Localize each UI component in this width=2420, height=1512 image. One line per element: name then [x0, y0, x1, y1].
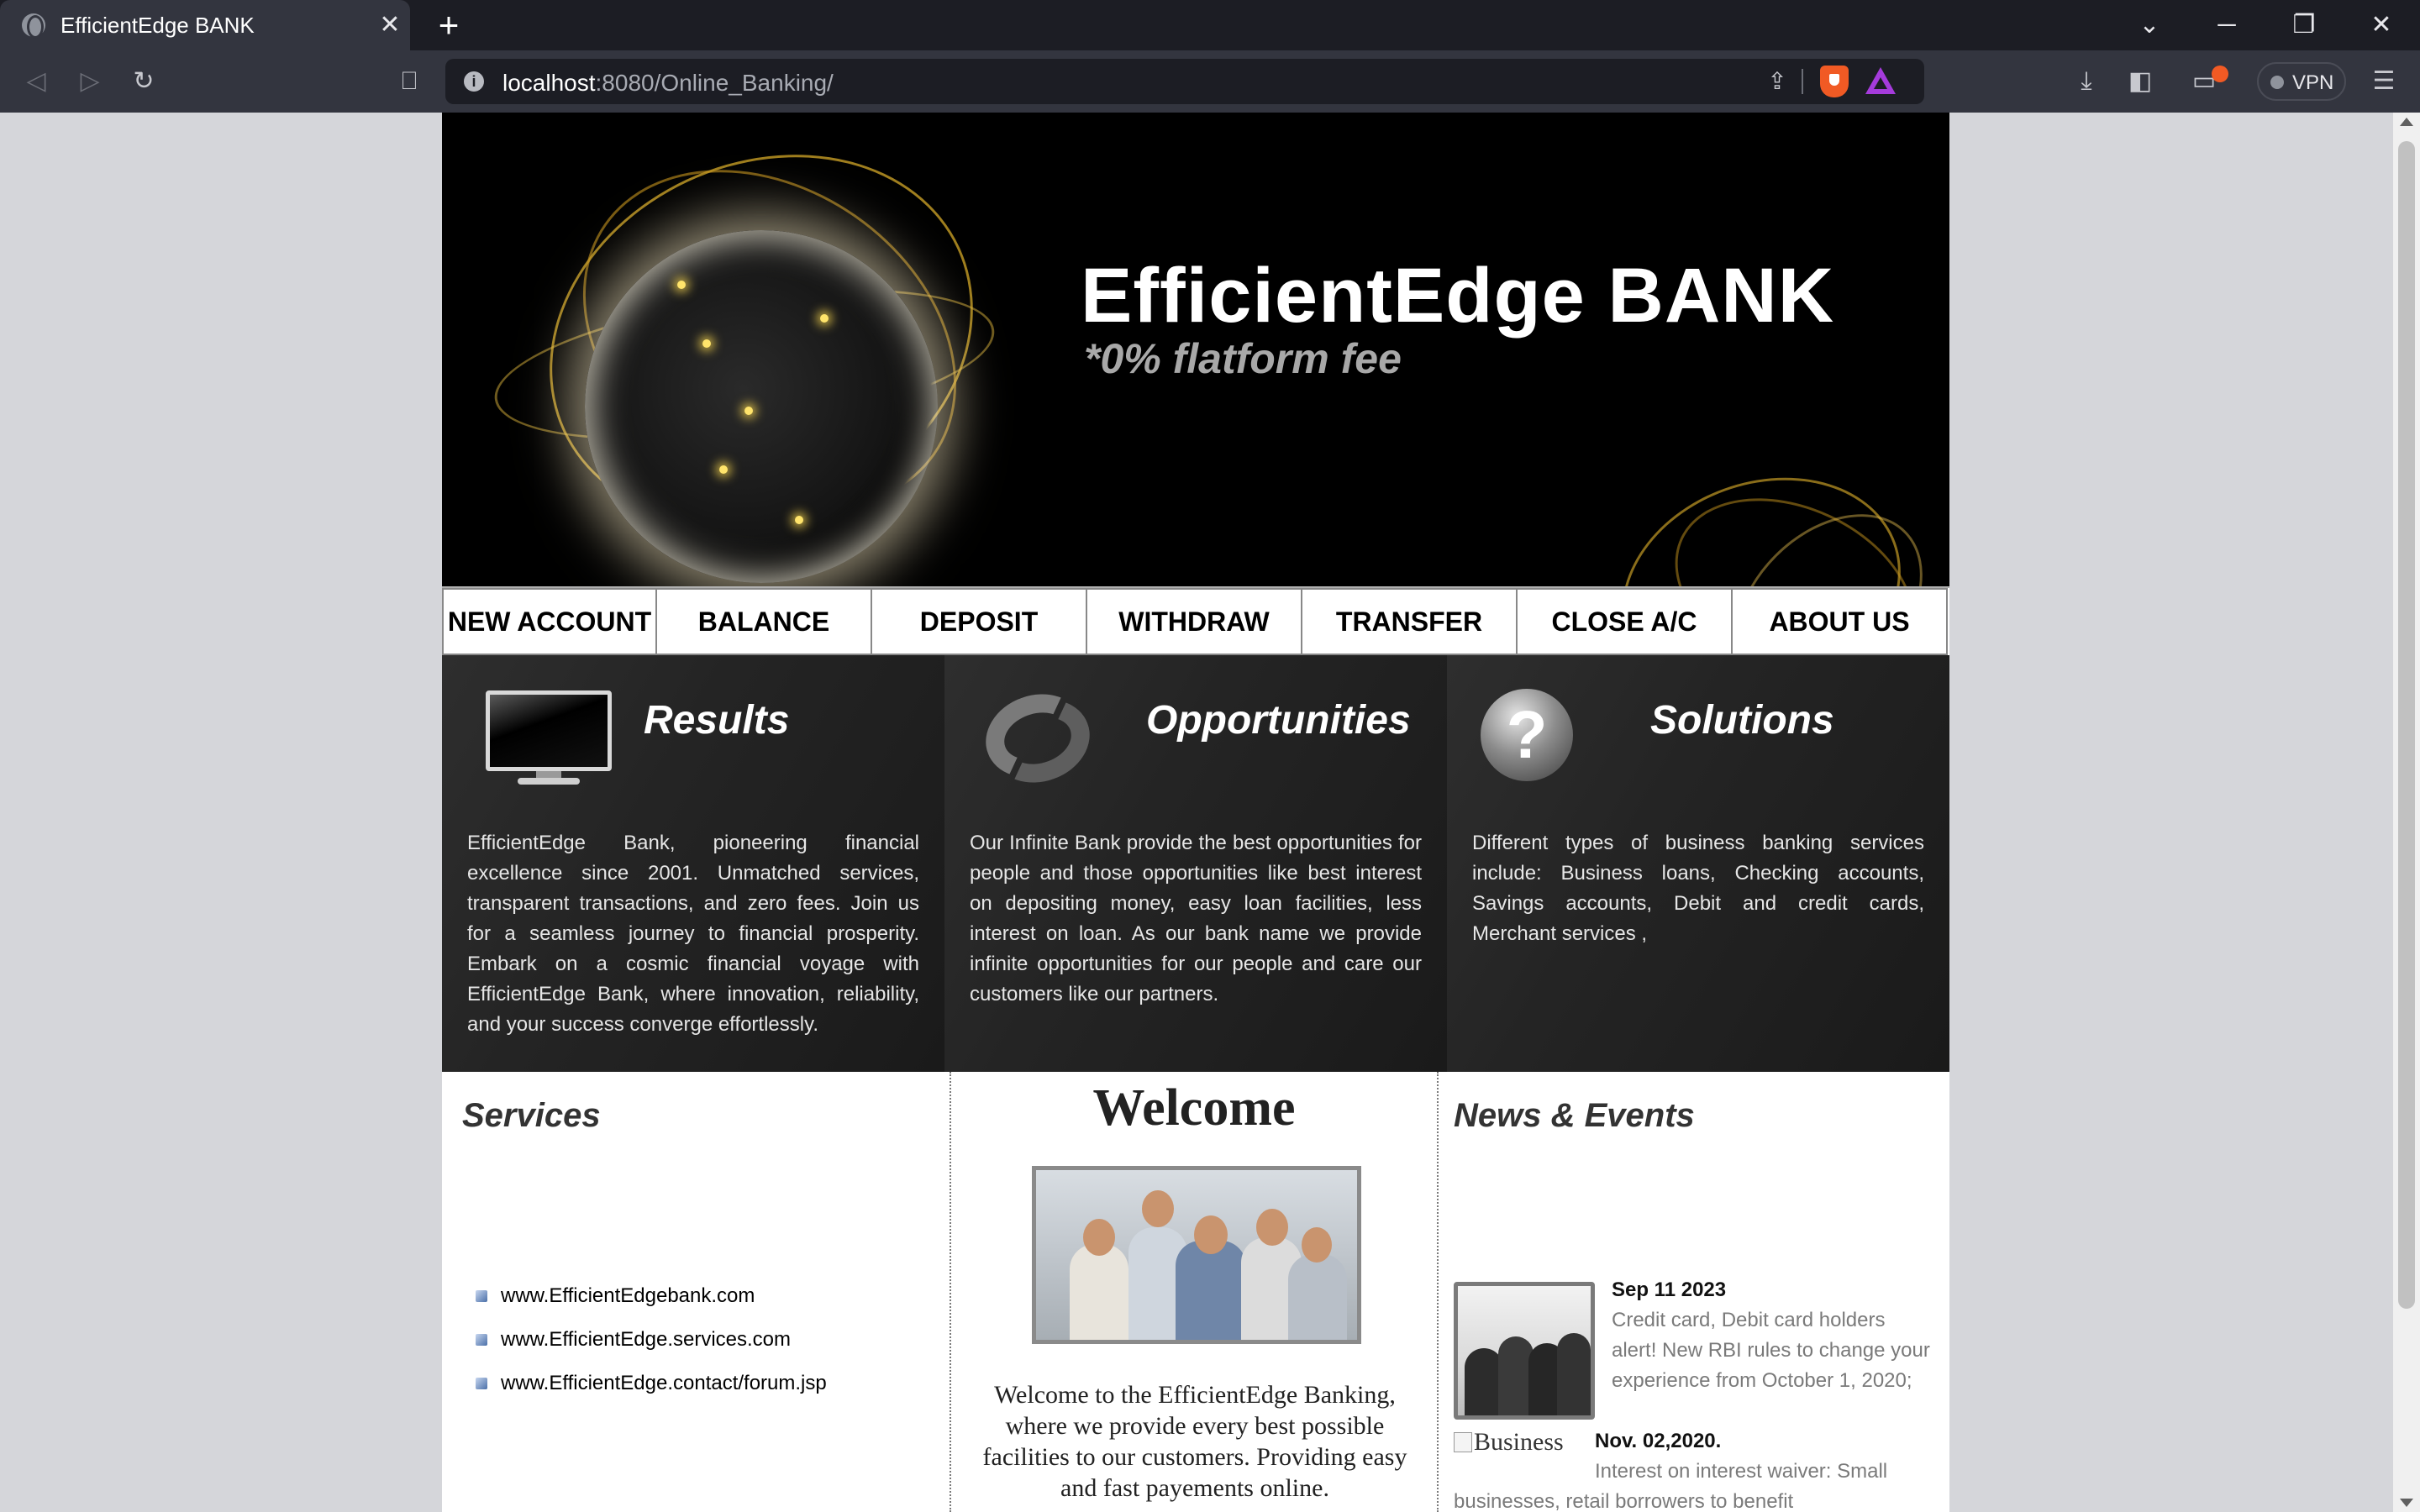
section-title: Services: [462, 1097, 601, 1134]
feature-title: Results: [644, 698, 790, 743]
tab-title: EfficientEdge BANK: [60, 13, 255, 38]
services-list: www.EfficientEdgebank.com www.EfficientE…: [476, 1284, 827, 1415]
light-point: [702, 339, 711, 348]
news-text[interactable]: Credit card, Debit card holders alert! N…: [1612, 1305, 1931, 1396]
menu-icon[interactable]: ☰: [2366, 64, 2402, 99]
back-icon[interactable]: ◁: [18, 64, 54, 99]
scrollbar-thumb[interactable]: [2398, 141, 2415, 1309]
person-head: [1302, 1227, 1332, 1263]
monitor-icon: [486, 690, 612, 785]
site-info-icon[interactable]: i: [464, 71, 484, 92]
person-figure: [1557, 1333, 1591, 1415]
bullet-icon: [476, 1290, 487, 1302]
vpn-label: VPN: [2292, 71, 2334, 94]
glowing-globe-image: [585, 230, 938, 583]
feature-solutions: ? Solutions Different types of business …: [1447, 655, 1949, 1072]
header-banner: EfficientEdge BANK *0% flatform fee: [442, 113, 1949, 586]
page-scrollbar[interactable]: [2393, 113, 2420, 1512]
feature-opportunities: Opportunities Our Infinite Bank provide …: [944, 655, 1447, 1072]
bullet-icon: [476, 1334, 487, 1346]
globe-icon: [22, 13, 45, 39]
refresh-arrows-icon: [974, 680, 1102, 796]
person-head: [1194, 1215, 1228, 1254]
brave-shields-icon[interactable]: [1820, 66, 1849, 97]
browser-toolbar: ◁ ▷ ↻ ⎕ i localhost:8080/Online_Banking/…: [0, 50, 2420, 113]
vpn-status-dot: [2270, 76, 2284, 89]
welcome-text: Welcome to the EfficientEdge Banking, wh…: [982, 1381, 1407, 1502]
nav-deposit[interactable]: DEPOSIT: [872, 588, 1087, 655]
feature-title: Opportunities: [1146, 698, 1411, 743]
nav-balance[interactable]: BALANCE: [657, 588, 872, 655]
person-figure: [1070, 1244, 1128, 1340]
feature-description: Different types of business banking serv…: [1472, 832, 1924, 945]
web-viewport: EfficientEdge BANK *0% flatform fee NEW …: [0, 113, 2393, 1512]
light-point: [719, 465, 728, 474]
vpn-button[interactable]: VPN: [2257, 62, 2346, 101]
feature-description: EfficientEdge Bank, pioneering financial…: [467, 832, 919, 1036]
welcome-title: Welcome: [1092, 1079, 1296, 1137]
browser-tab-strip: EfficientEdge BANK ✕ + ⌄ ─ ❐ ✕: [0, 0, 2420, 50]
feature-title: Solutions: [1650, 698, 1834, 743]
brave-rewards-icon[interactable]: [1865, 67, 1896, 94]
share-icon[interactable]: ⇪: [1761, 66, 1793, 97]
bookmark-icon[interactable]: ⎕: [392, 64, 427, 99]
address-bar[interactable]: i localhost:8080/Online_Banking/ ⇪: [445, 59, 1924, 104]
bullet-icon: [476, 1378, 487, 1389]
service-link[interactable]: www.EfficientEdge.contact/forum.jsp: [476, 1371, 827, 1415]
person-head: [1083, 1219, 1115, 1256]
person-head: [1256, 1209, 1288, 1246]
new-tab-button[interactable]: +: [432, 5, 466, 45]
question-mark-icon: ?: [1481, 689, 1573, 781]
light-point: [820, 314, 829, 323]
service-link[interactable]: www.EfficientEdgebank.com: [476, 1284, 827, 1327]
news-text[interactable]: Interest on interest waiver: Small busin…: [1454, 1457, 1941, 1512]
bank-page: EfficientEdge BANK *0% flatform fee NEW …: [442, 113, 1949, 1512]
news-meeting-photo: [1454, 1282, 1595, 1420]
notification-badge: [2212, 66, 2228, 82]
reload-icon[interactable]: ↻: [126, 64, 161, 99]
news-date: Nov. 02,2020.: [1595, 1430, 1722, 1452]
feature-panels: Results EfficientEdge Bank, pioneering f…: [442, 655, 1949, 1072]
news-date: Sep 11 2023: [1612, 1278, 1727, 1301]
feature-description: Our Infinite Bank provide the best oppor…: [970, 832, 1422, 1005]
scroll-up-arrow-icon[interactable]: [2400, 118, 2413, 126]
nav-withdraw[interactable]: WITHDRAW: [1087, 588, 1302, 655]
bank-title: EfficientEdge BANK: [1081, 253, 1835, 339]
service-link[interactable]: www.EfficientEdge.services.com: [476, 1327, 827, 1371]
nav-transfer[interactable]: TRANSFER: [1302, 588, 1518, 655]
url-text[interactable]: localhost:8080/Online_Banking/: [502, 70, 834, 97]
light-point: [744, 407, 753, 415]
feature-results: Results EfficientEdge Bank, pioneering f…: [442, 655, 944, 1072]
services-section: Services www.EfficientEdgebank.com www.E…: [442, 1072, 950, 1512]
nav-close-account[interactable]: CLOSE A/C: [1518, 588, 1733, 655]
broken-image-placeholder: Business: [1454, 1428, 1564, 1457]
tab-list-chevron-icon[interactable]: ⌄: [2116, 0, 2183, 50]
close-tab-icon[interactable]: ✕: [376, 8, 403, 42]
browser-tab-active[interactable]: EfficientEdge BANK ✕: [0, 0, 410, 50]
person-figure: [1176, 1241, 1246, 1340]
minimize-window-button[interactable]: ─: [2193, 0, 2260, 50]
main-navigation: NEW ACCOUNT BALANCE DEPOSIT WITHDRAW TRA…: [442, 586, 1949, 655]
nav-about-us[interactable]: ABOUT US: [1733, 588, 1948, 655]
light-point: [677, 281, 686, 289]
bank-tagline: *0% flatform fee: [1084, 335, 1402, 382]
team-photo: [1032, 1166, 1361, 1344]
welcome-section: Welcome Welcome to the EfficientEdge Ban…: [950, 1072, 1439, 1512]
downloads-icon[interactable]: ⤓: [2069, 64, 2104, 99]
news-section: News & Events Sep 11 2023 Credit card, D…: [1439, 1072, 1949, 1512]
close-window-button[interactable]: ✕: [2348, 0, 2415, 50]
light-point: [795, 516, 803, 524]
scroll-down-arrow-icon[interactable]: [2400, 1499, 2413, 1507]
url-divider: [1802, 69, 1803, 94]
forward-icon[interactable]: ▷: [72, 64, 108, 99]
section-title: News & Events: [1454, 1097, 1695, 1134]
person-figure: [1288, 1254, 1347, 1340]
person-head: [1142, 1190, 1174, 1227]
nav-new-account[interactable]: NEW ACCOUNT: [442, 588, 657, 655]
sidebar-toggle-icon[interactable]: ◧: [2123, 64, 2158, 99]
restore-window-button[interactable]: ❐: [2270, 0, 2338, 50]
